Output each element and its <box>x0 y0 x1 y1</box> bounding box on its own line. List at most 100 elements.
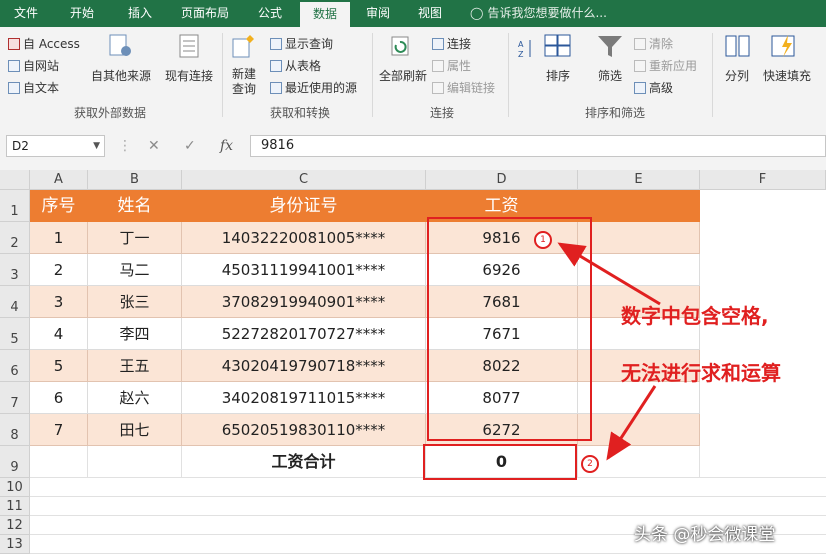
row-header-11[interactable]: 11 <box>0 497 30 516</box>
table-cell[interactable]: 马二 <box>88 254 182 286</box>
new-query-icon <box>230 33 258 59</box>
column-header-d[interactable]: D <box>426 170 578 190</box>
table-cell[interactable]: 1 <box>30 222 88 254</box>
row-header-3[interactable]: 3 <box>0 254 30 286</box>
table-cell[interactable] <box>578 414 700 446</box>
name-box-value: D2 <box>12 139 29 153</box>
table-cell[interactable] <box>700 190 826 478</box>
table-cell[interactable]: 14032220081005**** <box>182 222 426 254</box>
name-box[interactable]: D2 ▼ <box>6 135 105 157</box>
row-header-12[interactable]: 12 <box>0 516 30 535</box>
cancel-icon[interactable]: ✕ <box>148 135 160 157</box>
insert-function-icon[interactable]: fx <box>220 135 233 157</box>
chevron-down-icon[interactable]: ▼ <box>93 136 100 156</box>
tell-me-box[interactable]: ◯ 告诉我您想要做什么... <box>470 0 607 27</box>
table-cell[interactable] <box>578 382 700 414</box>
table-cell[interactable]: 65020519830110**** <box>182 414 426 446</box>
table-cell[interactable]: 李四 <box>88 318 182 350</box>
row-header-9[interactable]: 9 <box>0 446 30 478</box>
tab-view[interactable]: 视图 <box>408 0 452 27</box>
watermark: 头条 @秒会微课堂 <box>634 525 776 545</box>
tab-data[interactable]: 数据 <box>300 2 350 27</box>
recent-sources-icon <box>270 82 282 94</box>
refresh-all-button[interactable]: 全部刷新 <box>374 67 432 84</box>
header-cell-empty[interactable] <box>578 190 700 222</box>
table-cell[interactable]: 张三 <box>88 286 182 318</box>
properties-button[interactable]: 属性 <box>432 57 471 74</box>
table-cell[interactable]: 7 <box>30 414 88 446</box>
row-header-1[interactable]: 1 <box>0 190 30 222</box>
from-web-button[interactable]: 自网站 <box>8 57 59 74</box>
column-header-c[interactable]: C <box>182 170 426 190</box>
recent-sources-button[interactable]: 最近使用的源 <box>270 79 357 96</box>
table-cell[interactable]: 丁一 <box>88 222 182 254</box>
row-header-10[interactable]: 10 <box>0 478 30 497</box>
tab-review[interactable]: 审阅 <box>356 0 400 27</box>
connections-button[interactable]: 连接 <box>432 35 471 52</box>
edit-links-button[interactable]: 编辑链接 <box>432 79 495 96</box>
filter-button[interactable]: 筛选 <box>590 67 630 84</box>
row-header-2[interactable]: 2 <box>0 222 30 254</box>
table-cell[interactable]: 43020419790718**** <box>182 350 426 382</box>
tab-file[interactable]: 文件 <box>4 0 48 27</box>
table-cell[interactable]: 王五 <box>88 350 182 382</box>
row-header-6[interactable]: 6 <box>0 350 30 382</box>
from-access-button[interactable]: 自 Access <box>8 35 80 52</box>
table-cell[interactable] <box>578 254 700 286</box>
from-table-button[interactable]: 从表格 <box>270 57 321 74</box>
total-label-cell[interactable]: 工资合计 <box>182 446 426 478</box>
table-cell[interactable]: 4 <box>30 318 88 350</box>
advanced-filter-button[interactable]: 高级 <box>634 79 673 96</box>
row-header-13[interactable]: 13 <box>0 535 30 554</box>
formula-input[interactable]: 9816 <box>250 135 826 157</box>
tab-home[interactable]: 开始 <box>60 0 104 27</box>
tell-me-text: 告诉我您想要做什么... <box>487 6 607 20</box>
row-header-7[interactable]: 7 <box>0 382 30 414</box>
table-cell[interactable] <box>88 446 182 478</box>
ribbon-separator <box>222 33 223 117</box>
enter-check-icon[interactable]: ✓ <box>184 135 196 157</box>
sort-button[interactable]: 排序 <box>540 67 576 84</box>
column-header-e[interactable]: E <box>578 170 700 190</box>
text-to-columns-button[interactable]: 分列 <box>718 67 756 84</box>
existing-connections-button[interactable]: 现有连接 <box>160 67 218 84</box>
show-queries-button[interactable]: 显示查询 <box>270 35 333 52</box>
table-cell[interactable]: 赵六 <box>88 382 182 414</box>
reapply-button[interactable]: 重新应用 <box>634 57 697 74</box>
table-cell[interactable]: 3 <box>30 286 88 318</box>
header-cell-name[interactable]: 姓名 <box>88 190 182 222</box>
column-header-a[interactable]: A <box>30 170 88 190</box>
empty-row[interactable] <box>30 478 826 497</box>
tab-page-layout[interactable]: 页面布局 <box>172 0 238 27</box>
table-cell[interactable]: 5 <box>30 350 88 382</box>
tab-insert[interactable]: 插入 <box>116 0 164 27</box>
row-header-5[interactable]: 5 <box>0 318 30 350</box>
table-cell[interactable] <box>578 222 700 254</box>
column-header-b[interactable]: B <box>88 170 182 190</box>
flash-fill-button[interactable]: 快速填充 <box>756 67 818 84</box>
table-cell[interactable]: 2 <box>30 254 88 286</box>
column-header-f[interactable]: F <box>700 170 826 190</box>
row-header-4[interactable]: 4 <box>0 286 30 318</box>
table-cell[interactable]: 34020819711015**** <box>182 382 426 414</box>
table-cell[interactable]: 田七 <box>88 414 182 446</box>
header-cell-no[interactable]: 序号 <box>30 190 88 222</box>
table-cell[interactable]: 45031119941001**** <box>182 254 426 286</box>
header-cell-id[interactable]: 身份证号 <box>182 190 426 222</box>
tab-formulas[interactable]: 公式 <box>248 0 292 27</box>
table-cell[interactable]: 37082919940901**** <box>182 286 426 318</box>
table-cell[interactable] <box>30 446 88 478</box>
table-cell[interactable]: 6 <box>30 382 88 414</box>
table-cell[interactable]: 52272820170727**** <box>182 318 426 350</box>
total-highlight <box>423 444 577 480</box>
new-query-button[interactable]: 新建 查询 <box>224 67 264 97</box>
other-sources-button[interactable]: 自其他来源 <box>90 67 152 84</box>
ribbon-tab-bar: 文件 开始 插入 页面布局 公式 数据 审阅 视图 ◯ 告诉我您想要做什么... <box>0 0 826 27</box>
from-access-label: 自 Access <box>23 37 80 51</box>
edit-links-icon <box>432 82 444 94</box>
empty-row[interactable] <box>30 497 826 516</box>
row-header-8[interactable]: 8 <box>0 414 30 446</box>
select-all-corner[interactable] <box>0 170 30 190</box>
from-text-button[interactable]: 自文本 <box>8 79 59 96</box>
clear-button[interactable]: 清除 <box>634 35 673 52</box>
